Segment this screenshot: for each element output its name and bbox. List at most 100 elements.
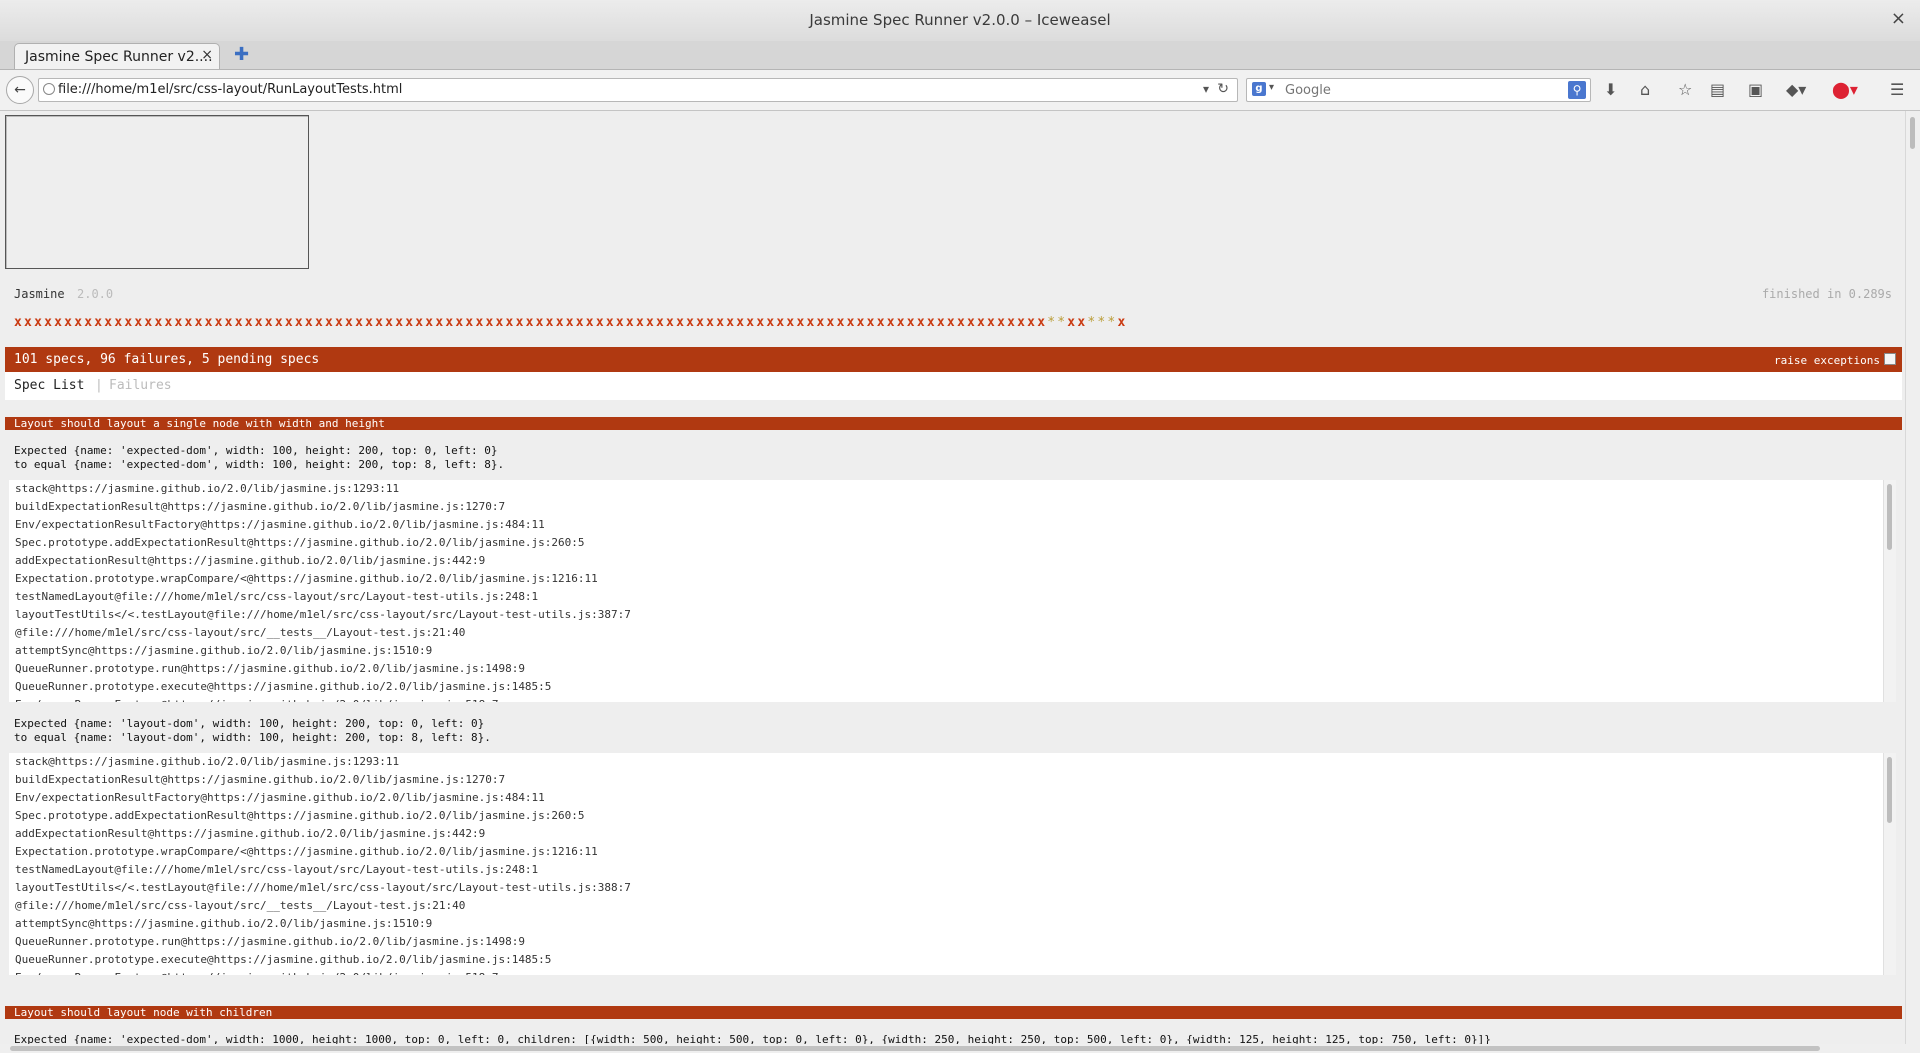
failed-spec-dot[interactable]: x — [666, 315, 676, 330]
failed-spec-dot[interactable]: x — [405, 315, 415, 330]
failures-link[interactable]: Failures — [109, 378, 172, 393]
failed-spec-dot[interactable]: x — [616, 315, 626, 330]
failed-spec-dot[interactable]: x — [44, 315, 54, 330]
failed-spec-dot[interactable]: x — [786, 315, 796, 330]
failed-spec-dot[interactable]: x — [676, 315, 686, 330]
bookmark-star-icon[interactable]: ☆ — [1678, 80, 1692, 99]
stack-trace-scroll-thumb[interactable] — [1887, 484, 1892, 550]
download-icon[interactable]: ⬇ — [1604, 80, 1617, 99]
failed-spec-dot[interactable]: x — [586, 315, 596, 330]
failed-spec-header[interactable]: Layout should layout a single node with … — [5, 417, 1902, 430]
pending-spec-dot[interactable]: * — [1107, 315, 1117, 330]
new-tab-icon[interactable]: ✚ — [234, 44, 249, 65]
failed-spec-dot[interactable]: x — [14, 315, 24, 330]
failed-spec-dot[interactable]: x — [817, 315, 827, 330]
failed-spec-dot[interactable]: x — [345, 315, 355, 330]
pending-spec-dot[interactable]: * — [1097, 315, 1107, 330]
reload-icon[interactable]: ↻ — [1217, 81, 1229, 97]
failed-spec-dot[interactable]: x — [636, 315, 646, 330]
failed-spec-dot[interactable]: x — [375, 315, 385, 330]
failed-spec-dot[interactable]: x — [34, 315, 44, 330]
failed-spec-dot[interactable]: x — [686, 315, 696, 330]
failed-spec-dot[interactable]: x — [365, 315, 375, 330]
url-history-dropdown-icon[interactable]: ▾ — [1203, 82, 1209, 96]
failed-spec-dot[interactable]: x — [957, 315, 967, 330]
failed-spec-dot[interactable]: x — [1067, 315, 1077, 330]
stack-trace-scroll-thumb[interactable] — [1887, 757, 1892, 823]
failed-spec-dot[interactable]: x — [114, 315, 124, 330]
failed-spec-dot[interactable]: x — [716, 315, 726, 330]
failed-spec-dot[interactable]: x — [877, 315, 887, 330]
failed-spec-dot[interactable]: x — [917, 315, 927, 330]
failed-spec-dot[interactable]: x — [977, 315, 987, 330]
failed-spec-dot[interactable]: x — [245, 315, 255, 330]
failed-spec-dot[interactable]: x — [325, 315, 335, 330]
failed-spec-dot[interactable]: x — [596, 315, 606, 330]
failed-spec-dot[interactable]: x — [526, 315, 536, 330]
failed-spec-dot[interactable]: x — [987, 315, 997, 330]
pending-spec-dot[interactable]: * — [1057, 315, 1067, 330]
search-engine-dropdown-icon[interactable]: ▾ — [1269, 82, 1274, 93]
failed-spec-dot[interactable]: x — [295, 315, 305, 330]
failed-spec-dot[interactable]: x — [907, 315, 917, 330]
addon-icon[interactable]: ▣ — [1748, 80, 1763, 99]
failed-spec-dot[interactable]: x — [867, 315, 877, 330]
failed-spec-dot[interactable]: x — [556, 315, 566, 330]
failed-spec-dot[interactable]: x — [215, 315, 225, 330]
adblock-icon[interactable]: ⬤▾ — [1832, 80, 1858, 99]
failed-spec-dot[interactable]: x — [736, 315, 746, 330]
failed-spec-dot[interactable]: x — [164, 315, 174, 330]
failed-spec-dot[interactable]: x — [776, 315, 786, 330]
failed-spec-dot[interactable]: x — [496, 315, 506, 330]
failed-spec-dot[interactable]: x — [806, 315, 816, 330]
failed-spec-dot[interactable]: x — [897, 315, 907, 330]
failed-spec-dot[interactable]: x — [756, 315, 766, 330]
back-icon[interactable]: ← — [6, 76, 34, 104]
search-icon[interactable]: ⚲ — [1568, 81, 1586, 99]
failed-spec-dot[interactable]: x — [656, 315, 666, 330]
failed-spec-dot[interactable]: x — [1117, 315, 1127, 330]
failed-spec-dot[interactable]: x — [175, 315, 185, 330]
failed-spec-dot[interactable]: x — [1017, 315, 1027, 330]
failed-spec-dot[interactable]: x — [606, 315, 616, 330]
failed-spec-dot[interactable]: x — [94, 315, 104, 330]
url-text[interactable]: file:///home/m1el/src/css-layout/RunLayo… — [58, 82, 402, 97]
failed-spec-dot[interactable]: x — [837, 315, 847, 330]
extension-icon[interactable]: ◆▾ — [1786, 80, 1806, 99]
failed-spec-dot[interactable]: x — [827, 315, 837, 330]
failed-spec-dot[interactable]: x — [305, 315, 315, 330]
failed-spec-dot[interactable]: x — [576, 315, 586, 330]
failed-spec-dot[interactable]: x — [144, 315, 154, 330]
failed-spec-dot[interactable]: x — [315, 315, 325, 330]
failed-spec-dot[interactable]: x — [646, 315, 656, 330]
tab-close-icon[interactable]: × — [201, 47, 213, 63]
failed-spec-dot[interactable]: x — [255, 315, 265, 330]
failed-spec-dot[interactable]: x — [275, 315, 285, 330]
failed-spec-dot[interactable]: x — [947, 315, 957, 330]
page-horizontal-scrollbar[interactable] — [0, 1044, 1906, 1053]
failed-spec-dot[interactable]: x — [124, 315, 134, 330]
failed-spec-dot[interactable]: x — [516, 315, 526, 330]
failed-spec-dot[interactable]: x — [74, 315, 84, 330]
search-bar[interactable]: g ▾ ⚲ — [1246, 78, 1591, 102]
failed-spec-dot[interactable]: x — [887, 315, 897, 330]
failed-spec-dot[interactable]: x — [706, 315, 716, 330]
failed-spec-dot[interactable]: x — [796, 315, 806, 330]
reading-list-icon[interactable]: ▤ — [1710, 80, 1725, 99]
failed-spec-title[interactable]: Layout should layout a single node with … — [14, 417, 385, 430]
search-engine-icon[interactable]: g — [1252, 82, 1266, 96]
failed-spec-dot[interactable]: x — [395, 315, 405, 330]
failed-spec-dot[interactable]: x — [746, 315, 756, 330]
page-hscroll-thumb[interactable] — [10, 1046, 1820, 1051]
failed-spec-dot[interactable]: x — [937, 315, 947, 330]
failed-spec-dot[interactable]: x — [847, 315, 857, 330]
failed-spec-dot[interactable]: x — [104, 315, 114, 330]
pending-spec-dot[interactable]: * — [1047, 315, 1057, 330]
failed-spec-dot[interactable]: x — [195, 315, 205, 330]
failed-spec-dot[interactable]: x — [696, 315, 706, 330]
failed-spec-dot[interactable]: x — [546, 315, 556, 330]
failed-spec-dot[interactable]: x — [465, 315, 475, 330]
failed-spec-dot[interactable]: x — [455, 315, 465, 330]
stack-trace-scrollbar[interactable] — [1883, 480, 1896, 702]
failed-spec-dot[interactable]: x — [506, 315, 516, 330]
